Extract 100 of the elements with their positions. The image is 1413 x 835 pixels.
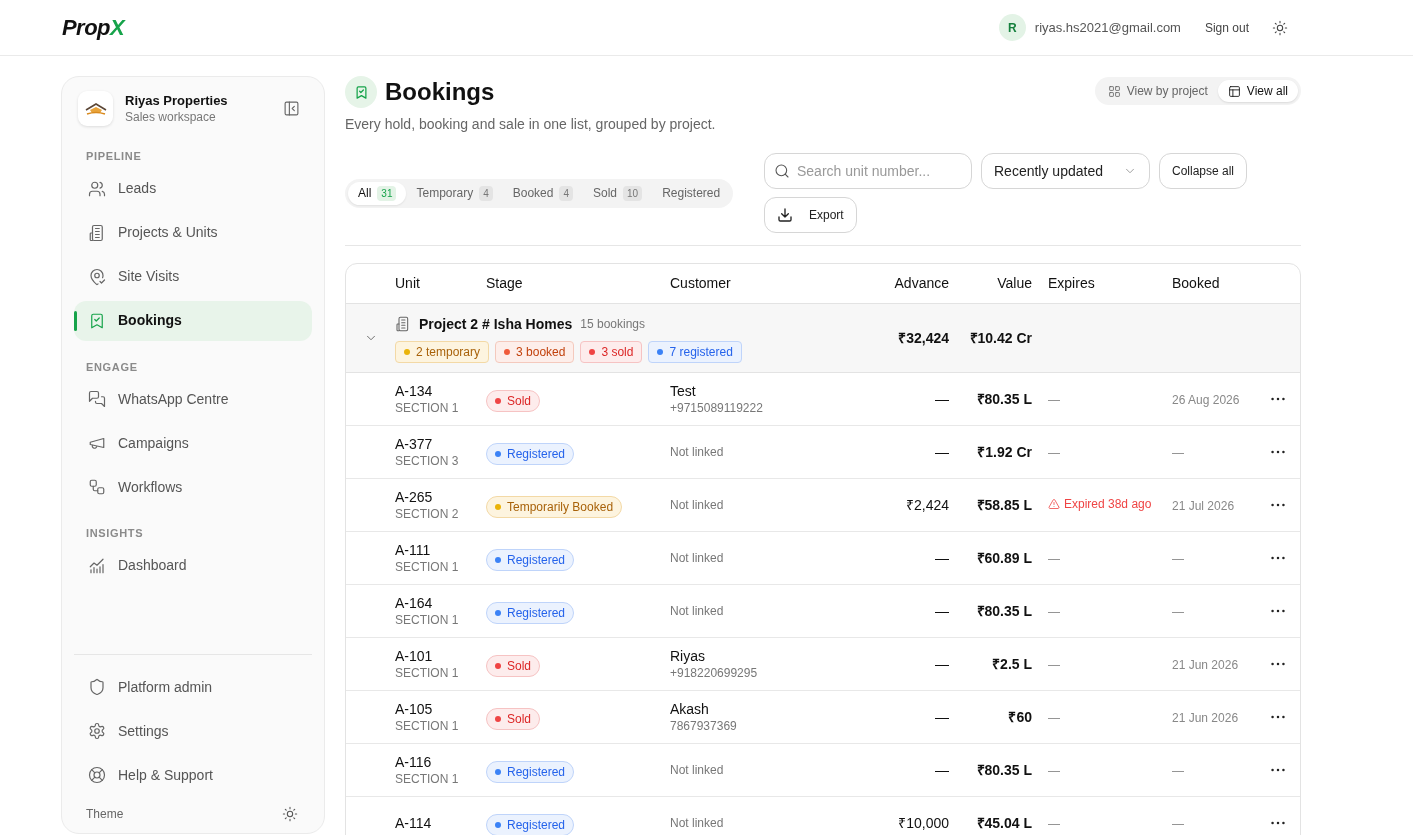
customer-name: Riyas: [670, 647, 706, 665]
stage-badge: Registered: [486, 813, 575, 835]
filter-tab[interactable]: All 31: [348, 181, 407, 205]
more-icon: [1271, 768, 1285, 772]
more-button[interactable]: [1271, 556, 1285, 560]
section-heading: PIPELINE: [85, 149, 143, 164]
advance-amount: ₹10,000: [898, 815, 949, 831]
count-badge: 4: [559, 185, 573, 201]
filter-tab[interactable]: Registered: [652, 181, 731, 205]
column-header: Booked: [1171, 274, 1221, 293]
bookmark-icon: [353, 84, 369, 100]
house-logo-icon: [83, 100, 108, 117]
view-toggle-button[interactable]: View by project: [1097, 80, 1218, 102]
nav-item[interactable]: Help & Support: [74, 755, 312, 795]
status-tag: 2 temporary: [395, 340, 490, 363]
booked-date: —: [1172, 817, 1184, 831]
nav-item[interactable]: Leads: [74, 168, 312, 209]
section-label: SECTION 1: [395, 665, 460, 681]
filter-tab[interactable]: Booked 4: [502, 181, 583, 205]
customer-status: Not linked: [670, 603, 725, 620]
customer-phone: 7867937369: [670, 718, 738, 734]
nav-item[interactable]: Settings: [74, 711, 312, 751]
theme-button[interactable]: [282, 806, 298, 822]
more-icon: [1271, 715, 1285, 719]
nav-item[interactable]: WhatsApp Centre: [74, 379, 312, 419]
nav-item[interactable]: Platform admin: [74, 667, 312, 707]
unit-value: ₹2.5 L: [992, 656, 1032, 672]
section-label: SECTION 1: [395, 400, 460, 416]
booking-count: 15 bookings: [580, 316, 645, 333]
unit-value: ₹60.89 L: [976, 550, 1032, 566]
more-icon: [1271, 503, 1285, 507]
table-icon: [1227, 84, 1241, 98]
settings-icon: [88, 722, 106, 740]
unit-number: A-265: [395, 488, 434, 506]
page-title: Bookings: [385, 77, 495, 107]
more-icon: [1271, 609, 1285, 613]
expiry-date: —: [1048, 446, 1060, 460]
nav-item[interactable]: Campaigns: [74, 423, 312, 463]
expiry-date: —: [1048, 552, 1060, 566]
unit-value: ₹1.92 Cr: [977, 444, 1032, 460]
shield-icon: [88, 678, 106, 696]
nav-item[interactable]: Workflows: [74, 467, 312, 507]
chart-icon: [88, 556, 106, 575]
more-button[interactable]: [1271, 768, 1285, 772]
advance-amount: —: [935, 391, 949, 407]
more-button[interactable]: [1271, 662, 1285, 666]
more-button[interactable]: [1271, 503, 1285, 507]
unit-number: A-116: [395, 753, 433, 771]
expiry-date: —: [1048, 711, 1060, 725]
customer-status: Not linked: [670, 762, 725, 779]
avatar[interactable]: R: [998, 14, 1026, 41]
more-button[interactable]: [1271, 450, 1285, 454]
column-header: Customer: [670, 274, 732, 293]
filter-tab[interactable]: Temporary 4: [406, 181, 503, 205]
nav-item[interactable]: Site Visits: [74, 256, 312, 297]
view-toggle-button[interactable]: View all: [1217, 80, 1298, 102]
status-tag: 3 booked: [495, 340, 575, 363]
filter-tab[interactable]: Sold 10: [583, 181, 653, 205]
sign-out-button[interactable]: Sign out: [1204, 18, 1249, 37]
booked-date: 26 Aug 2026: [1172, 393, 1240, 407]
workspace-name: Riyas Properties: [125, 92, 229, 109]
customer-status: Not linked: [670, 550, 725, 567]
count-badge: 10: [623, 185, 643, 201]
unit-value: ₹58.85 L: [976, 497, 1032, 513]
nav-item[interactable]: Dashboard: [74, 545, 312, 586]
export-button[interactable]: Export: [764, 197, 857, 233]
unit-number: A-111: [395, 541, 432, 559]
nav-item[interactable]: Bookings: [74, 300, 312, 341]
advance-amount: —: [935, 709, 949, 725]
more-icon: [1271, 662, 1285, 666]
more-button[interactable]: [1271, 609, 1285, 613]
more-icon: [1271, 450, 1285, 454]
stage-badge: Registered: [486, 601, 575, 624]
column-header: Stage: [486, 274, 524, 293]
more-button[interactable]: [1271, 715, 1285, 719]
booked-date: —: [1172, 552, 1184, 566]
unit-number: A-377: [395, 435, 434, 453]
chat-icon: [88, 390, 106, 408]
collapse-all-button[interactable]: Collapse all: [1159, 153, 1248, 189]
advance-amount: ₹2,424: [905, 497, 949, 513]
more-button[interactable]: [1271, 397, 1285, 401]
unit-value: ₹45.04 L: [976, 815, 1032, 831]
sort-dropdown[interactable]: Recently updated: [981, 153, 1150, 189]
warning-icon: [1048, 498, 1060, 510]
customer-name: Akash: [670, 700, 710, 718]
more-icon: [1271, 397, 1285, 401]
unit-number: A-101: [395, 647, 434, 665]
more-button[interactable]: [1271, 821, 1285, 825]
search-field[interactable]: Search unit number...: [764, 153, 972, 189]
nav-item[interactable]: Projects & Units: [74, 212, 312, 253]
count-badge: 31: [377, 185, 397, 201]
collapse-sidebar-button[interactable]: [283, 100, 300, 117]
workspace-subtitle: Sales workspace: [125, 109, 217, 125]
building-icon: [88, 223, 106, 242]
unit-number: A-114: [395, 814, 433, 832]
stage-badge: Registered: [486, 442, 575, 465]
logo[interactable]: PropX: [62, 11, 125, 44]
building-icon: [395, 316, 411, 332]
booked-date: —: [1172, 605, 1184, 619]
section-heading: INSIGHTS: [85, 526, 145, 541]
